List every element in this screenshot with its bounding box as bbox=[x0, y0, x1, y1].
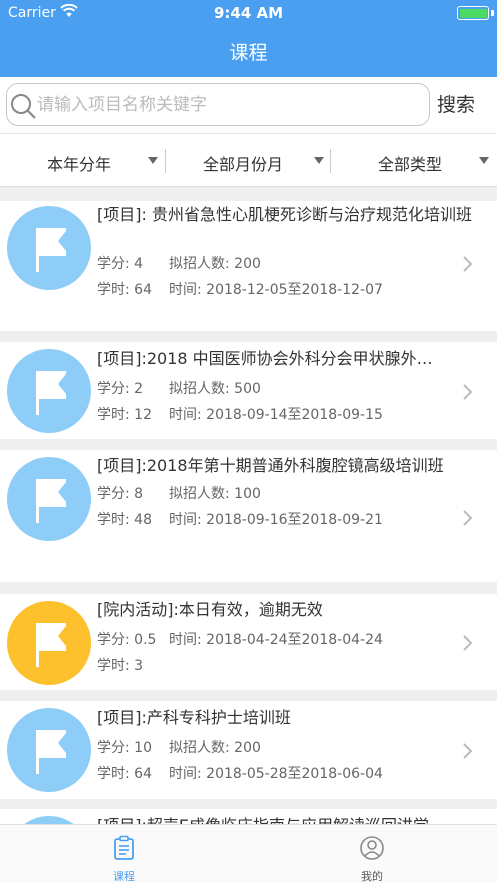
course-period: 时间: 2018-04-24至2018-04-24 bbox=[169, 632, 383, 648]
user-icon bbox=[360, 836, 384, 860]
course-quota: 拟招人数: 100 bbox=[169, 486, 261, 502]
filter-type[interactable]: 全部类型 bbox=[331, 134, 497, 188]
course-period: 时间: 2018-05-28至2018-06-04 bbox=[169, 766, 383, 782]
course-title: [项目]:产科专科护士培训班 bbox=[97, 708, 291, 727]
course-credit: 学分: 4 bbox=[97, 256, 144, 272]
chevron-right-icon bbox=[463, 384, 473, 400]
flag-icon bbox=[36, 228, 66, 272]
flag-icon bbox=[36, 730, 66, 774]
tab-courses[interactable]: 课程 bbox=[64, 825, 184, 883]
chevron-right-icon bbox=[463, 743, 473, 759]
course-avatar bbox=[7, 708, 91, 792]
course-hours: 学时: 12 bbox=[97, 407, 152, 423]
search-bar: 搜索 bbox=[0, 77, 497, 133]
tab-mine-label: 我的 bbox=[361, 870, 383, 883]
course-item[interactable]: [项目]: 贵州省急性心肌梗死诊断与治疗规范化培训班 学分: 4 拟招人数: 2… bbox=[0, 201, 497, 331]
flag-icon bbox=[36, 371, 66, 415]
course-hours: 学时: 64 bbox=[97, 766, 152, 782]
chevron-right-icon bbox=[463, 510, 473, 526]
course-period: 时间: 2018-09-16至2018-09-21 bbox=[169, 512, 383, 528]
course-item[interactable]: [院内活动]:本日有效，逾期无效 学分: 0.5 时间: 2018-04-24至… bbox=[0, 594, 497, 690]
clipboard-icon bbox=[114, 835, 134, 860]
page-title: 课程 bbox=[229, 42, 268, 64]
status-bar: Carrier 9:44 AM bbox=[0, 0, 497, 26]
search-button[interactable]: 搜索 bbox=[437, 90, 493, 117]
course-title: [项目]:2018 中国医师协会外科分会甲状腺外… bbox=[97, 349, 433, 368]
battery-tip bbox=[491, 10, 494, 16]
course-credit: 学分: 0.5 bbox=[97, 632, 157, 648]
search-icon bbox=[11, 94, 36, 119]
course-title: [院内活动]:本日有效，逾期无效 bbox=[97, 600, 323, 619]
course-credit: 学分: 8 bbox=[97, 486, 144, 502]
course-quota: 拟招人数: 200 bbox=[169, 256, 261, 272]
course-item[interactable]: [项目]:2018年第十期普通外科腹腔镜高级培训班 学分: 8 拟招人数: 10… bbox=[0, 450, 497, 582]
tab-mine[interactable]: 我的 bbox=[312, 825, 432, 883]
course-item[interactable]: [项目]:2018 中国医师协会外科分会甲状腺外… 学分: 2 拟招人数: 50… bbox=[0, 342, 497, 439]
course-avatar bbox=[7, 816, 91, 824]
status-time: 9:44 AM bbox=[213, 4, 284, 22]
chevron-right-icon bbox=[463, 635, 473, 651]
caret-down-icon bbox=[314, 157, 324, 164]
course-hours: 学时: 48 bbox=[97, 512, 152, 528]
filter-year-label: 本年分年 bbox=[47, 155, 112, 174]
course-title: [项目]: 贵州省急性心肌梗死诊断与治疗规范化培训班 bbox=[97, 205, 472, 224]
course-title: [项目]:2018年第十期普通外科腹腔镜高级培训班 bbox=[97, 456, 444, 475]
course-credit: 学分: 2 bbox=[97, 381, 144, 397]
filter-bar: 本年分年 全部月份月 全部类型 bbox=[0, 133, 497, 187]
flag-icon bbox=[36, 479, 66, 523]
course-list[interactable]: [项目]: 贵州省急性心肌梗死诊断与治疗规范化培训班 学分: 4 拟招人数: 2… bbox=[0, 189, 497, 824]
nav-header: Carrier 9:44 AM 课程 bbox=[0, 0, 497, 77]
course-hours: 学时: 3 bbox=[97, 658, 144, 674]
chevron-right-icon bbox=[463, 256, 473, 272]
search-input[interactable] bbox=[37, 93, 417, 117]
course-avatar bbox=[7, 349, 91, 433]
filter-year[interactable]: 本年分年 bbox=[0, 134, 165, 188]
course-avatar bbox=[7, 457, 91, 541]
course-quota: 拟招人数: 500 bbox=[169, 381, 261, 397]
course-avatar bbox=[7, 601, 91, 685]
tab-bar: 课程 我的 bbox=[0, 824, 497, 883]
course-item[interactable]: [项目]:产科专科护士培训班 学分: 10 拟招人数: 200 学时: 64 时… bbox=[0, 701, 497, 799]
filter-month[interactable]: 全部月份月 bbox=[166, 134, 330, 188]
course-hours: 学时: 64 bbox=[97, 282, 152, 298]
tab-courses-label: 课程 bbox=[113, 870, 135, 883]
course-period: 时间: 2018-12-05至2018-12-07 bbox=[169, 282, 383, 298]
caret-down-icon bbox=[479, 157, 489, 164]
course-period: 时间: 2018-09-14至2018-09-15 bbox=[169, 407, 383, 423]
filter-month-label: 全部月份月 bbox=[203, 155, 284, 174]
flag-icon bbox=[36, 623, 66, 667]
course-title: [项目]:超声E成像临床指南与应用解读巡回讲学 bbox=[97, 815, 477, 824]
battery-icon bbox=[457, 6, 489, 20]
caret-down-icon bbox=[148, 157, 158, 164]
course-credit: 学分: 10 bbox=[97, 740, 152, 756]
search-box[interactable] bbox=[6, 83, 430, 126]
course-item[interactable]: [项目]:超声E成像临床指南与应用解读巡回讲学 bbox=[0, 809, 497, 824]
course-avatar bbox=[7, 206, 91, 290]
course-quota: 拟招人数: 200 bbox=[169, 740, 261, 756]
filter-type-label: 全部类型 bbox=[378, 155, 443, 174]
battery-level bbox=[459, 8, 487, 18]
